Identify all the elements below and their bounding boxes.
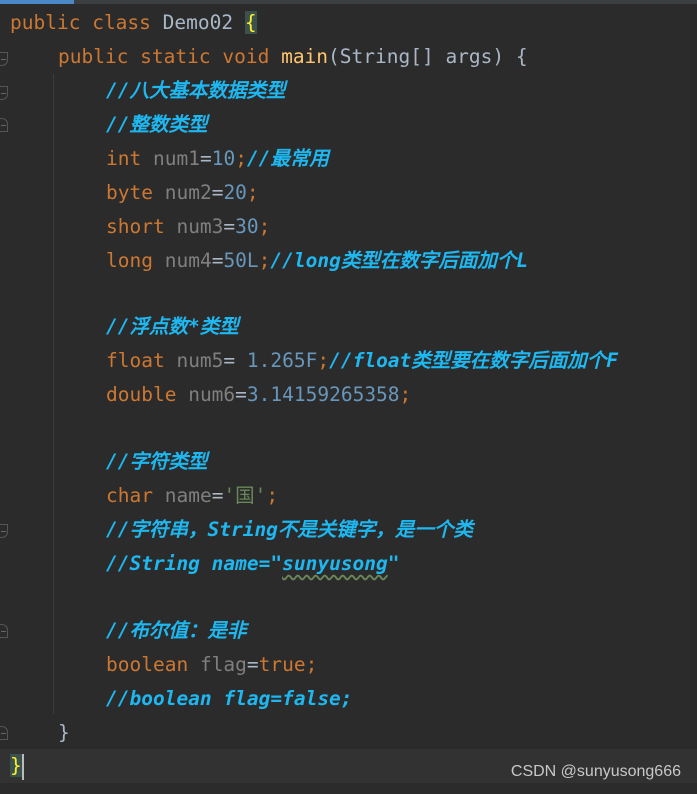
code-line-1[interactable]: public class Demo02 { [0, 6, 697, 40]
matched-brace: } [10, 754, 22, 777]
comment: //浮点数*类型 [106, 315, 239, 338]
comment: " [387, 552, 400, 575]
code-line-22[interactable]: } [0, 716, 697, 750]
code-line-8[interactable]: long num4=50L;//long类型在数字后面加个L [0, 244, 697, 278]
code-editor[interactable]: public class Demo02 { public static void… [0, 4, 697, 794]
semicolon: ; [246, 181, 259, 204]
watermark: CSDN @sunyusong666 [510, 763, 681, 780]
typo-warning[interactable]: sunyusong [282, 552, 388, 575]
comment: //最常用 [246, 147, 329, 170]
type-keyword: long [106, 249, 153, 272]
number-literal: 3.14159265358 [246, 383, 400, 406]
variable: num5 [176, 349, 224, 372]
semicolon: ; [317, 349, 330, 372]
type-keyword: byte [106, 181, 153, 204]
operator: = [211, 249, 224, 272]
code-line-5[interactable]: int num1=10;//最常用 [0, 142, 697, 176]
comment: //整数类型 [106, 113, 208, 136]
comment: //float类型要在数字后面加个F [329, 349, 619, 372]
semicolon: ; [235, 147, 247, 170]
operator: = [235, 383, 247, 406]
type-keyword: short [106, 215, 165, 238]
semicolon: ; [258, 215, 271, 238]
number-literal: 10 [211, 147, 236, 170]
comment: //String name=" [106, 552, 283, 575]
number-literal: 1.265F [246, 349, 318, 372]
comment: //布尔值：是非 [106, 619, 247, 642]
code-line-19[interactable]: //布尔值：是非 [0, 614, 697, 648]
variable: flag [199, 653, 247, 676]
variable: name [164, 484, 212, 507]
code-line-2[interactable]: public static void main(String[] args) { [0, 40, 697, 74]
method-name: main [281, 45, 329, 68]
code-line-16[interactable]: //字符串，String不是关键字，是一个类 [0, 513, 697, 547]
comment: //字符类型 [106, 450, 208, 473]
type-keyword: int [106, 147, 142, 170]
number-literal: 30 [235, 215, 259, 238]
boolean-literal: true [258, 653, 306, 676]
comment: //字符串，String不是关键字，是一个类 [106, 518, 473, 541]
variable: num3 [176, 215, 224, 238]
variable: num6 [188, 383, 236, 406]
code-line-17[interactable]: //String name="sunyusong" [0, 547, 697, 581]
comment: //八大基本数据类型 [106, 79, 286, 102]
code-line-14[interactable]: //字符类型 [0, 445, 697, 479]
code-line-15[interactable]: char name='国'; [0, 479, 697, 513]
semicolon: ; [258, 249, 271, 272]
char-literal: '国' [223, 484, 267, 507]
code-line-7[interactable]: short num3=30; [0, 210, 697, 244]
number-literal: 50L [223, 249, 259, 272]
type-keyword: char [106, 484, 153, 507]
matched-brace: { [244, 11, 257, 34]
keyword: class [92, 11, 151, 34]
type-keyword: boolean [106, 653, 189, 676]
comment: //boolean flag=false; [106, 687, 353, 710]
code-line-4[interactable]: //整数类型 [0, 108, 697, 142]
operator: = [223, 215, 236, 238]
text-caret [21, 753, 24, 780]
code-line-21[interactable]: //boolean flag=false; [0, 682, 697, 716]
code-line-20[interactable]: boolean flag=true; [0, 648, 697, 682]
operator: = [211, 484, 224, 507]
variable: num2 [164, 181, 212, 204]
variable: num4 [164, 249, 212, 272]
class-name: Demo02 [162, 11, 234, 34]
comment: //long类型在数字后面加个L [270, 249, 529, 272]
operator: = [211, 181, 224, 204]
code-line-11[interactable]: float num5= 1.265F;//float类型要在数字后面加个F [0, 344, 697, 378]
semicolon: ; [305, 653, 318, 676]
type-keyword: float [106, 349, 165, 372]
code-line-6[interactable]: byte num2=20; [0, 176, 697, 210]
code-line-3[interactable]: //八大基本数据类型 [0, 74, 697, 108]
code-line-12[interactable]: double num6=3.14159265358; [0, 378, 697, 412]
type-keyword: double [106, 383, 177, 406]
code-line-10[interactable]: //浮点数*类型 [0, 310, 697, 344]
keyword: public static void [58, 45, 270, 68]
semicolon: ; [266, 484, 279, 507]
closing-brace: } [58, 721, 70, 744]
operator: = [199, 147, 212, 170]
number-literal: 20 [223, 181, 247, 204]
operator: = [246, 653, 259, 676]
operator: = [223, 349, 247, 372]
params: (String[] args) { [328, 45, 528, 68]
semicolon: ; [399, 383, 412, 406]
variable: num1 [152, 147, 200, 170]
keyword: public [10, 11, 81, 34]
